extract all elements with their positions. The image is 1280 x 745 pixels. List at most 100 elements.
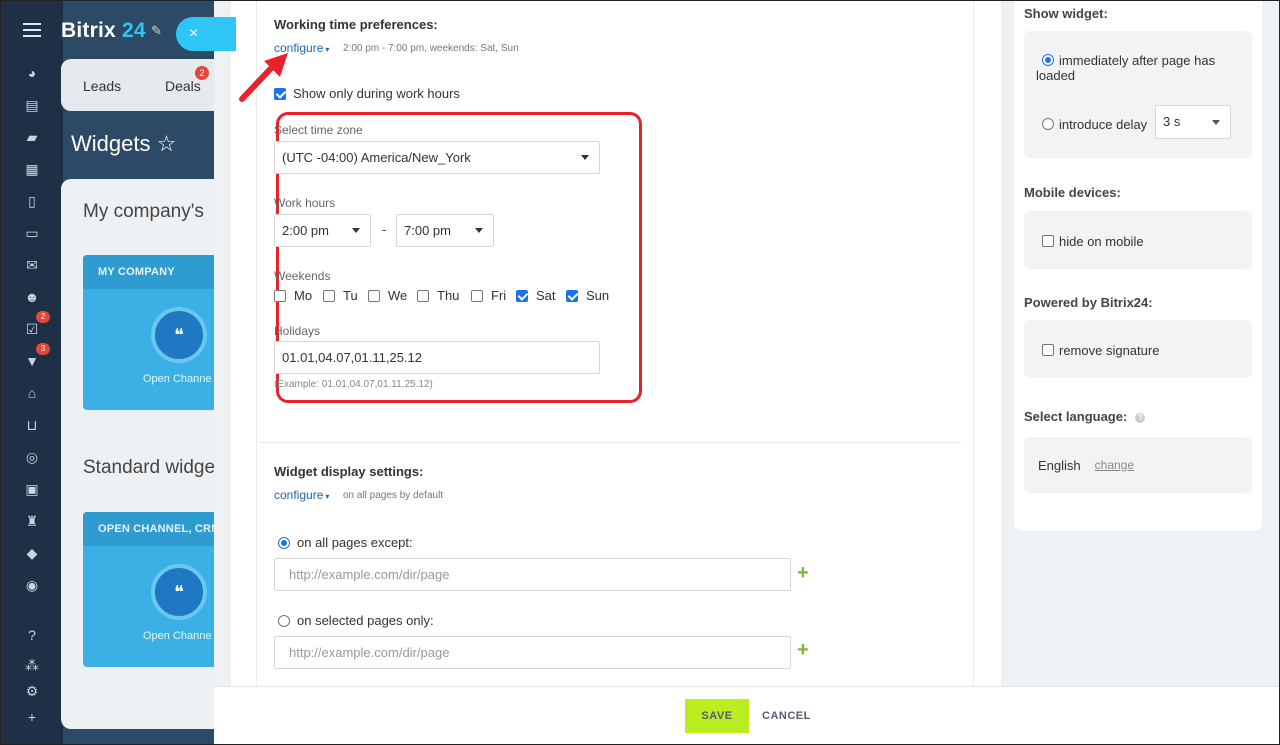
tab-leads[interactable]: Leads: [83, 78, 121, 94]
widget-card-my-company[interactable]: MY COMPANY ❝ Open Channe: [83, 255, 233, 410]
document-icon[interactable]: ▯: [22, 191, 42, 211]
employees-icon[interactable]: ☻: [22, 287, 42, 307]
crm-filter-icon[interactable]: ▼ 3: [22, 343, 50, 371]
close-slider-button[interactable]: ×: [176, 17, 236, 51]
chat-bubble-icon: ❝: [151, 307, 207, 363]
logo: Bitrix 24: [61, 19, 146, 42]
settings-icon[interactable]: ⚙: [22, 681, 42, 701]
working-time-title: Working time preferences:: [274, 17, 438, 32]
immediately-row[interactable]: immediately after page has loaded: [1036, 53, 1242, 83]
selected-pages-only-row[interactable]: on selected pages only:: [278, 613, 434, 628]
weekday-mo-checkbox[interactable]: [274, 289, 286, 302]
hide-mobile-label: hide on mobile: [1059, 234, 1144, 249]
weekday-fri-checkbox[interactable]: [471, 289, 483, 302]
weekday-sat[interactable]: Sat: [516, 288, 556, 303]
display-configure-link[interactable]: configure ▾: [274, 488, 329, 502]
chat-icon[interactable]: ▰: [22, 127, 42, 147]
bank-icon[interactable]: ⌂: [22, 383, 42, 403]
box-icon[interactable]: ◆: [22, 543, 42, 563]
weekday-thu-checkbox[interactable]: [417, 289, 429, 302]
selected-url-input[interactable]: http://example.com/dir/page: [274, 636, 791, 669]
introduce-delay-label: introduce delay: [1059, 117, 1148, 132]
weekday-sun[interactable]: Sun: [566, 288, 609, 303]
select-language-title: Select language:?: [1024, 409, 1146, 424]
feed-icon[interactable]: ▤: [22, 95, 42, 115]
weekday-thu[interactable]: Thu: [417, 288, 459, 303]
weekday-fri[interactable]: Fri: [471, 288, 506, 303]
card-header: MY COMPANY: [83, 255, 233, 289]
language-value: English: [1038, 458, 1081, 473]
weekday-we-checkbox[interactable]: [368, 289, 380, 302]
more-icon[interactable]: ◉: [22, 575, 42, 595]
tasks-icon[interactable]: ☑ 2: [22, 311, 50, 339]
mobile-devices-box: hide on mobile: [1024, 211, 1252, 269]
help-icon[interactable]: ?: [22, 625, 42, 645]
all-pages-except-row[interactable]: on all pages except:: [278, 535, 413, 550]
edit-pencil-icon[interactable]: ✎: [151, 23, 162, 39]
introduce-delay-row[interactable]: introduce delay: [1042, 117, 1147, 132]
dropdown-arrow-icon: [581, 155, 589, 160]
cart-icon[interactable]: ⊔: [22, 415, 42, 435]
app-sidebar: ◕ ▤ ▰ ▦ ▯ ▭ ✉ ☻ ☑ 2 ▼ 3 ⌂ ⊔ ◎ ▣ ♜ ◆ ◉ ? ⁂ …: [1, 1, 63, 744]
hide-mobile-row[interactable]: hide on mobile: [1042, 234, 1144, 249]
delay-select[interactable]: 3 s: [1155, 105, 1231, 139]
work-hours-from-select[interactable]: 2:00 pm: [274, 214, 371, 247]
save-button[interactable]: SAVE: [685, 699, 749, 733]
except-url-input[interactable]: http://example.com/dir/page: [274, 558, 791, 591]
activity-stream-icon[interactable]: ◕: [22, 63, 42, 83]
mail-icon[interactable]: ✉: [22, 255, 42, 275]
powered-by-title: Powered by Bitrix24:: [1024, 295, 1153, 310]
cancel-button[interactable]: CANCEL: [762, 699, 811, 733]
dropdown-arrow-icon: [352, 228, 360, 233]
section-divider: [259, 442, 961, 443]
add-icon[interactable]: +: [22, 707, 42, 727]
immediately-label: immediately after page has loaded: [1036, 53, 1216, 83]
robot-icon[interactable]: ♜: [22, 511, 42, 531]
weekday-sun-checkbox[interactable]: [566, 289, 578, 302]
section-standard: Standard widge: [83, 457, 216, 478]
weekday-we[interactable]: We: [368, 288, 407, 303]
display-settings-title: Widget display settings:: [274, 464, 424, 479]
close-icon: ×: [189, 25, 199, 42]
immediately-radio[interactable]: [1042, 54, 1054, 66]
remove-signature-label: remove signature: [1059, 343, 1160, 358]
hide-mobile-checkbox[interactable]: [1042, 235, 1054, 247]
timezone-select[interactable]: (UTC -04:00) America/New_York: [274, 141, 600, 174]
weekday-tu-checkbox[interactable]: [323, 289, 335, 302]
show-only-work-hours-checkbox[interactable]: [274, 87, 286, 100]
calendar-icon[interactable]: ▦: [22, 159, 42, 179]
work-hours-to-select[interactable]: 7:00 pm: [396, 214, 494, 247]
contacts-icon[interactable]: ▣: [22, 479, 42, 499]
weekday-mo[interactable]: Mo: [274, 288, 312, 303]
help-icon[interactable]: ?: [1135, 412, 1146, 423]
footer-bar: SAVE CANCEL: [214, 686, 1279, 744]
tab-deals[interactable]: Deals: [165, 78, 201, 94]
remove-signature-row[interactable]: remove signature: [1042, 343, 1159, 358]
holidays-hint: (Example: 01.01,04.07,01.11,25.12): [274, 379, 433, 390]
target-icon[interactable]: ◎: [22, 447, 42, 467]
work-hours-label: Work hours: [274, 196, 336, 210]
page-title: Widgets ☆: [71, 131, 177, 156]
show-only-work-hours-row[interactable]: Show only during work hours: [274, 86, 460, 101]
holidays-input[interactable]: 01.01,04.07,01.11,25.12: [274, 341, 600, 374]
menu-icon[interactable]: [23, 23, 41, 37]
widget-card-open-channel[interactable]: OPEN CHANNEL, CRM ❝ Open Channe: [83, 512, 233, 667]
show-widget-box: immediately after page has loaded introd…: [1024, 31, 1252, 158]
widgets-panel: My company's MY COMPANY ❝ Open Channe St…: [61, 179, 233, 729]
introduce-delay-radio[interactable]: [1042, 118, 1054, 130]
filter-badge: 3: [36, 343, 50, 355]
section-my-company: My company's: [83, 201, 204, 222]
all-pages-except-radio[interactable]: [278, 536, 290, 549]
selected-pages-only-radio[interactable]: [278, 614, 290, 627]
deals-badge: 2: [195, 66, 209, 80]
card-header: OPEN CHANNEL, CRM: [83, 512, 233, 546]
weekday-sat-checkbox[interactable]: [516, 289, 528, 302]
add-selected-url-plus-icon[interactable]: +: [797, 639, 809, 662]
remove-signature-checkbox[interactable]: [1042, 344, 1054, 356]
drive-icon[interactable]: ▭: [22, 223, 42, 243]
change-language-link[interactable]: change: [1095, 458, 1134, 472]
all-pages-except-label: on all pages except:: [297, 535, 413, 550]
weekday-tu[interactable]: Tu: [323, 288, 358, 303]
add-except-url-plus-icon[interactable]: +: [797, 562, 809, 585]
structure-icon[interactable]: ⁂: [22, 655, 42, 675]
